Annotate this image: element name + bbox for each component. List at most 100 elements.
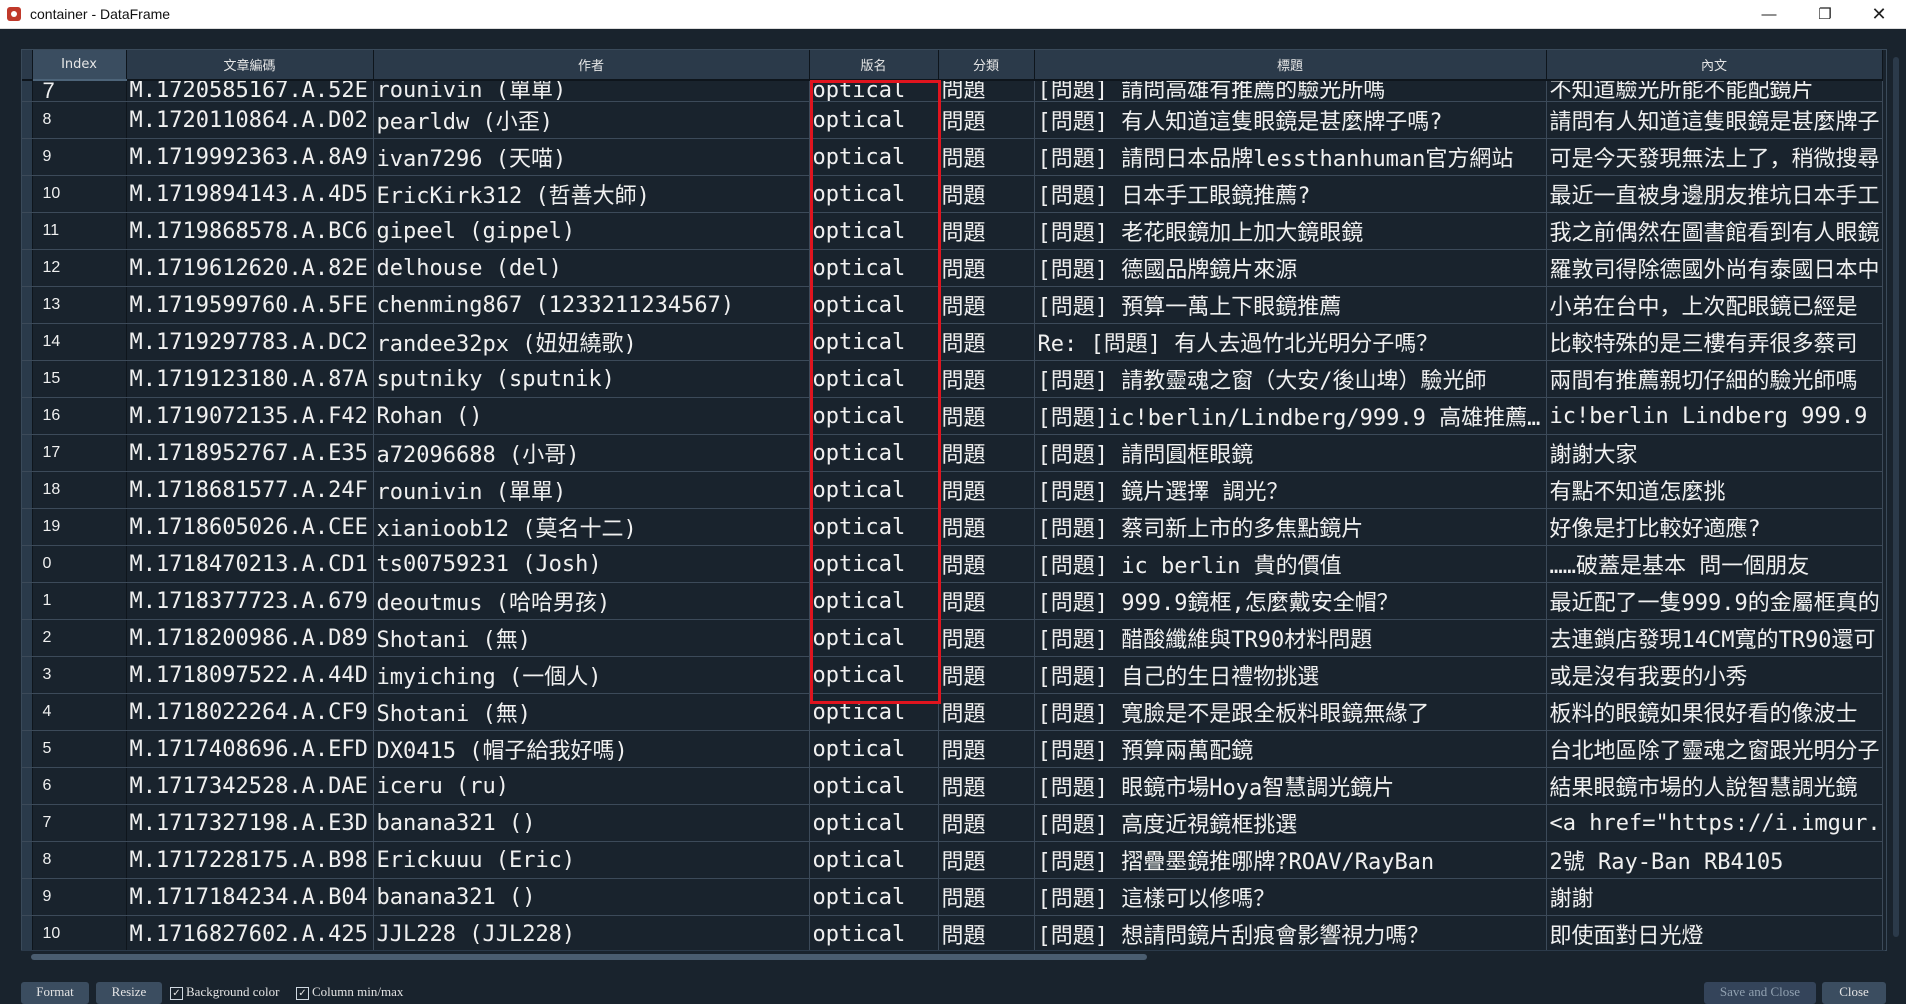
table-row[interactable]: 10 M.1719894143.A.4D5 EricKirk312 (哲善大師) op… <box>22 175 1883 213</box>
horizontal-scrollbar[interactable] <box>21 950 1885 963</box>
cell-category[interactable]: 問題 <box>938 767 1035 805</box>
table-row[interactable]: 3 M.1718097522.A.44D imyiching (一個人) optica… <box>22 656 1883 694</box>
cell-author[interactable]: Erickuuu (Eric) <box>373 841 810 879</box>
cell-title[interactable]: [問題] 有人知道這隻眼鏡是甚麼牌子嗎? <box>1034 101 1547 139</box>
cell-title[interactable]: [問題] 德國品牌鏡片來源 <box>1034 249 1547 287</box>
cell-category[interactable]: 問題 <box>938 471 1035 509</box>
table-row[interactable]: 13 M.1719599760.A.5FE chenming867 (1233211… <box>22 286 1883 324</box>
dataframe-table[interactable]: Index 文章編碼 作者 版名 分類 標題 內文 7 M.1720585167… <box>21 49 1887 951</box>
table-row[interactable]: 18 M.1718681577.A.24F rounivin (單單) optical… <box>22 471 1883 509</box>
cell-title[interactable]: [問題] ic berlin 貴的價值 <box>1034 545 1547 583</box>
cell-content[interactable]: 結果眼鏡市場的人說智慧調光鏡 <box>1546 767 1883 805</box>
cell-content[interactable]: 板料的眼鏡如果很好看的像波士 <box>1546 693 1883 731</box>
cell-index[interactable]: 18 <box>32 471 127 509</box>
table-row-partial[interactable]: 7 M.1720585167.A.52E rounivin (單單) optic… <box>22 80 1883 102</box>
cell-article-id[interactable]: M.1717184234.A.B04 <box>126 878 374 916</box>
cell-category[interactable]: 問題 <box>938 545 1035 583</box>
cell-author[interactable]: ts00759231 (Josh) <box>373 545 810 583</box>
cell-index[interactable]: 15 <box>32 360 127 398</box>
cell-index[interactable]: 14 <box>32 323 127 361</box>
resize-button[interactable]: Resize <box>96 982 162 1004</box>
cell-board[interactable]: optical <box>809 693 939 731</box>
cell-content[interactable]: 小弟在台中，上次配眼鏡已經是 <box>1546 286 1883 324</box>
cell-content[interactable]: 2號 Ray-Ban RB4105 <box>1546 841 1883 879</box>
cell-content[interactable]: 最近一直被身邊朋友推坑日本手工 <box>1546 175 1883 213</box>
cell-board[interactable]: optical <box>809 397 939 435</box>
cell-index[interactable]: 13 <box>32 286 127 324</box>
cell-category[interactable]: 問題 <box>938 878 1035 916</box>
cell-author[interactable]: xianioob12 (莫名十二) <box>373 508 810 546</box>
cell-index[interactable]: 5 <box>32 730 127 768</box>
cell-title[interactable]: [問題] 眼鏡市場Hoya智慧調光鏡片 <box>1034 767 1547 805</box>
cell-category[interactable]: 問題 <box>938 656 1035 694</box>
cell-author[interactable]: a72096688 (小哥) <box>373 434 810 472</box>
cell-author[interactable]: EricKirk312 (哲善大師) <box>373 175 810 213</box>
cell-author[interactable]: banana321 () <box>373 804 810 842</box>
cell-index[interactable]: 8 <box>32 101 127 139</box>
cell-title[interactable]: [問題] 請問日本品牌lessthanhuman官方網站 <box>1034 138 1547 176</box>
table-row[interactable]: 14 M.1719297783.A.DC2 randee32px (妞妞繞歌) opt… <box>22 323 1883 361</box>
checkbox-check-icon[interactable]: ✓ <box>296 986 309 1000</box>
cell-content[interactable]: <a href="https://i.imgur.com <box>1546 804 1883 842</box>
cell-title[interactable]: [問題] 請問高雄有推薦的驗光所嗎 <box>1034 80 1547 102</box>
maximize-button[interactable]: ❐ <box>1802 0 1848 29</box>
cell-title[interactable]: [問題] 寬臉是不是跟全板料眼鏡無緣了 <box>1034 693 1547 731</box>
cell-article-id[interactable]: M.1719894143.A.4D5 <box>126 175 374 213</box>
cell-category[interactable]: 問題 <box>938 434 1035 472</box>
cell-title[interactable]: [問題] 想請問鏡片刮痕會影響視力嗎？ <box>1034 915 1547 950</box>
cell-article-id[interactable]: M.1719868578.A.BC6 <box>126 212 374 250</box>
cell-category[interactable]: 問題 <box>938 212 1035 250</box>
vertical-scrollbar[interactable] <box>1887 49 1905 949</box>
cell-index[interactable]: 19 <box>32 508 127 546</box>
cell-board[interactable]: optical <box>809 545 939 583</box>
cell-board[interactable]: optical <box>809 619 939 657</box>
cell-board[interactable]: optical <box>809 767 939 805</box>
column-header-index[interactable]: Index <box>32 50 127 81</box>
cell-author[interactable]: Rohan () <box>373 397 810 435</box>
cell-board[interactable]: optical <box>809 656 939 694</box>
cell-content[interactable]: 有點不知道怎麼挑 <box>1546 471 1883 509</box>
cell-author[interactable]: ivan7296 (天喵) <box>373 138 810 176</box>
format-button[interactable]: Format <box>21 982 89 1004</box>
cell-article-id[interactable]: M.1719992363.A.8A9 <box>126 138 374 176</box>
table-row[interactable]: 4 M.1718022264.A.CF9 Shotani (無) optical 問題[… <box>22 693 1883 731</box>
column-header-author[interactable]: 作者 <box>373 50 810 81</box>
table-row[interactable]: 8 M.1720110864.A.D02 pearldw (小歪) optical 問題… <box>22 101 1883 139</box>
cell-article-id[interactable]: M.1719072135.A.F42 <box>126 397 374 435</box>
cell-category[interactable]: 問題 <box>938 249 1035 287</box>
cell-article-id[interactable]: M.1720110864.A.D02 <box>126 101 374 139</box>
table-row[interactable]: 15 M.1719123180.A.87A sputniky (sputnik) op… <box>22 360 1883 398</box>
cell-author[interactable]: JJL228 (JJL228) <box>373 915 810 950</box>
cell-category[interactable]: 問題 <box>938 323 1035 361</box>
cell-author[interactable]: randee32px (妞妞繞歌) <box>373 323 810 361</box>
table-row[interactable]: 19 M.1718605026.A.CEE xianioob12 (莫名十二) opt… <box>22 508 1883 546</box>
cell-article-id[interactable]: M.1719297783.A.DC2 <box>126 323 374 361</box>
table-row[interactable]: 2 M.1718200986.A.D89 Shotani (無) optical 問題[… <box>22 619 1883 657</box>
cell-author[interactable]: iceru (ru) <box>373 767 810 805</box>
cell-title[interactable]: [問題]ic!berlin/Lindberg/999.9 高雄推薦店家 <box>1034 397 1547 435</box>
cell-board[interactable]: optical <box>809 915 939 950</box>
column-header-board[interactable]: 版名 <box>809 50 939 81</box>
cell-title[interactable]: [問題] 摺疊墨鏡推哪牌?ROAV/RayBan <box>1034 841 1547 879</box>
table-row[interactable]: 16 M.1719072135.A.F42 Rohan () optical 問題 [問題… <box>22 397 1883 435</box>
cell-index[interactable]: 10 <box>32 175 127 213</box>
cell-article-id[interactable]: M.1716827602.A.425 <box>126 915 374 950</box>
cell-content[interactable]: 或是沒有我要的小秀 <box>1546 656 1883 694</box>
table-row[interactable]: 11 M.1719868578.A.BC6 gipeel (gippel) optic… <box>22 212 1883 250</box>
cell-content[interactable]: 請問有人知道這隻眼鏡是甚麼牌子 <box>1546 101 1883 139</box>
cell-category[interactable]: 問題 <box>938 397 1035 435</box>
cell-category[interactable]: 問題 <box>938 730 1035 768</box>
table-row[interactable]: 8 M.1717228175.A.B98 Erickuuu (Eric) optica… <box>22 841 1883 879</box>
cell-article-id[interactable]: M.1718200986.A.D89 <box>126 619 374 657</box>
cell-content[interactable]: 即使面對日光燈 <box>1546 915 1883 950</box>
cell-category[interactable]: 問題 <box>938 841 1035 879</box>
cell-category[interactable]: 問題 <box>938 80 1035 102</box>
table-row[interactable]: 9 M.1717184234.A.B04 banana321 () optical 問題… <box>22 878 1883 916</box>
vertical-scrollbar-thumb[interactable] <box>1893 57 1899 937</box>
cell-article-id[interactable]: M.1717342528.A.DAE <box>126 767 374 805</box>
cell-article-id[interactable]: M.1718470213.A.CD1 <box>126 545 374 583</box>
cell-content[interactable]: 謝謝 <box>1546 878 1883 916</box>
cell-board[interactable]: optical <box>809 878 939 916</box>
cell-index[interactable]: 3 <box>32 656 127 694</box>
cell-board[interactable]: optical <box>809 360 939 398</box>
